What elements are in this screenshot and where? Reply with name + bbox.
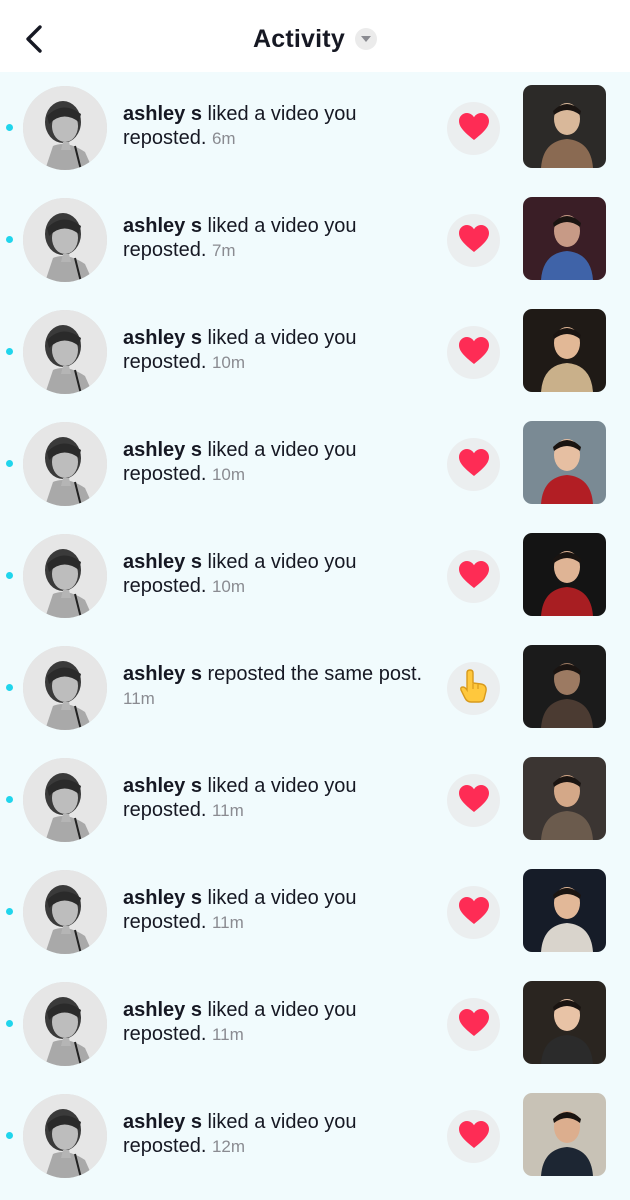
activity-item-8[interactable]: ashley s liked a video you reposted. 11m [0,856,630,968]
username[interactable]: ashley s [123,663,202,685]
notification-text[interactable]: ashley s liked a video you reposted. 10m [123,438,423,487]
username[interactable]: ashley s [123,887,202,909]
username[interactable]: ashley s [123,551,202,573]
heart-icon [458,560,490,594]
unread-dot [6,124,13,131]
reaction-button[interactable] [447,774,500,827]
heart-icon [458,448,490,482]
reaction-button[interactable] [447,1110,500,1163]
heart-icon [458,784,490,818]
avatar[interactable] [23,86,107,170]
unread-dot [6,684,13,691]
unread-dot [6,908,13,915]
video-thumbnail[interactable] [523,197,606,280]
notification-text[interactable]: ashley s liked a video you reposted. 11m [123,774,423,823]
username[interactable]: ashley s [123,775,202,797]
unread-dot [6,460,13,467]
notification-text[interactable]: ashley s liked a video you reposted. 10m [123,550,423,599]
video-thumbnail[interactable] [523,421,606,504]
activity-item-7[interactable]: ashley s liked a video you reposted. 11m [0,744,630,856]
username[interactable]: ashley s [123,999,202,1021]
unread-dot [6,348,13,355]
timestamp: 11m [211,1025,244,1044]
avatar[interactable] [23,310,107,394]
reaction-button[interactable] [447,886,500,939]
notification-text[interactable]: ashley s liked a video you reposted. 7m [123,214,423,263]
heart-icon [458,1008,490,1042]
reaction-button[interactable] [447,662,500,715]
timestamp: 10m [211,577,246,596]
reaction-button[interactable] [447,438,500,491]
activity-list: ashley s liked a video you reposted. 6m … [0,72,630,1200]
activity-filter-dropdown[interactable]: Activity [0,22,630,56]
notification-text[interactable]: ashley s liked a video you reposted. 10m [123,326,423,375]
avatar[interactable] [23,870,107,954]
timestamp: 11m [123,689,155,708]
notification-text[interactable]: ashley s reposted the same post. 11m [123,662,423,711]
avatar[interactable] [23,1094,107,1178]
pointing-hand-icon [459,669,489,708]
activity-item-9[interactable]: ashley s liked a video you reposted. 11m [0,968,630,1080]
video-thumbnail[interactable] [523,757,606,840]
avatar[interactable] [23,422,107,506]
activity-item-3[interactable]: ashley s liked a video you reposted. 10m [0,296,630,408]
avatar[interactable] [23,534,107,618]
reaction-button[interactable] [447,102,500,155]
heart-icon [458,1120,490,1154]
timestamp: 12m [211,1137,246,1156]
avatar[interactable] [23,198,107,282]
unread-dot [6,236,13,243]
heart-icon [458,224,490,258]
page-title: Activity [253,24,345,53]
activity-item-4[interactable]: ashley s liked a video you reposted. 10m [0,408,630,520]
activity-item-5[interactable]: ashley s liked a video you reposted. 10m [0,520,630,632]
reaction-button[interactable] [447,214,500,267]
unread-dot [6,1020,13,1027]
username[interactable]: ashley s [123,103,202,125]
notification-text[interactable]: ashley s liked a video you reposted. 6m [123,102,423,151]
notification-text[interactable]: ashley s liked a video you reposted. 11m [123,998,423,1047]
reaction-button[interactable] [447,550,500,603]
avatar[interactable] [23,758,107,842]
reaction-button[interactable] [447,326,500,379]
heart-icon [458,896,490,930]
video-thumbnail[interactable] [523,645,606,728]
video-thumbnail[interactable] [523,309,606,392]
avatar[interactable] [23,646,107,730]
activity-item-10[interactable]: ashley s liked a video you reposted. 12m [0,1080,630,1192]
timestamp: 10m [211,465,246,484]
unread-dot [6,1132,13,1139]
caret-down-icon [354,28,377,50]
video-thumbnail[interactable] [523,533,606,616]
activity-item-2[interactable]: ashley s liked a video you reposted. 7m [0,184,630,296]
timestamp: 10m [211,353,246,372]
avatar[interactable] [23,982,107,1066]
video-thumbnail[interactable] [523,869,606,952]
notification-action: reposted the same post. [201,663,423,685]
heart-icon [458,112,490,146]
notification-text[interactable]: ashley s liked a video you reposted. 12m [123,1110,423,1159]
timestamp: 7m [211,241,236,260]
unread-dot [6,796,13,803]
activity-item-6[interactable]: ashley s reposted the same post. 11m [0,632,630,744]
activity-item-1[interactable]: ashley s liked a video you reposted. 6m [0,72,630,184]
notification-text[interactable]: ashley s liked a video you reposted. 11m [123,886,423,935]
username[interactable]: ashley s [123,215,202,237]
unread-dot [6,572,13,579]
timestamp: 6m [211,129,236,148]
video-thumbnail[interactable] [523,981,606,1064]
timestamp: 11m [211,913,244,932]
video-thumbnail[interactable] [523,85,606,168]
reaction-button[interactable] [447,998,500,1051]
timestamp: 11m [211,801,244,820]
heart-icon [458,336,490,370]
username[interactable]: ashley s [123,327,202,349]
username[interactable]: ashley s [123,1111,202,1133]
video-thumbnail[interactable] [523,1093,606,1176]
top-bar: Activity [0,0,630,72]
username[interactable]: ashley s [123,439,202,461]
